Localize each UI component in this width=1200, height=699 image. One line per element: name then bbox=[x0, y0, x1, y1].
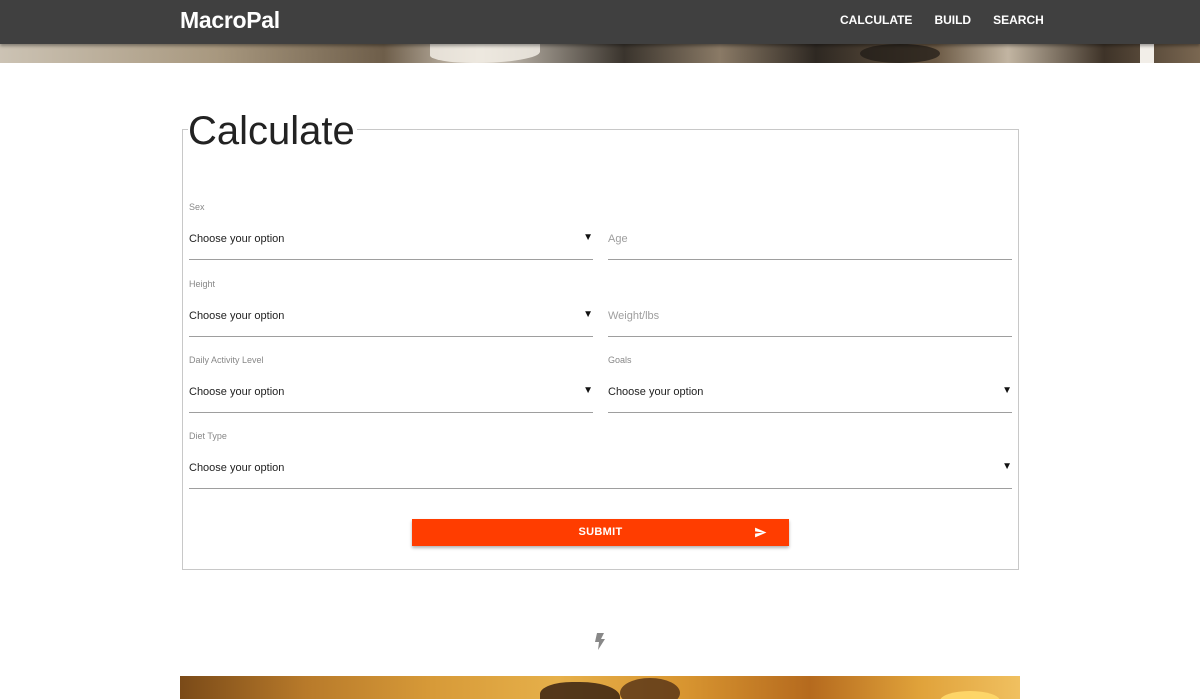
diet-type-value: Choose your option bbox=[189, 462, 285, 474]
chevron-down-icon: ▼ bbox=[583, 309, 593, 320]
diet-type-select[interactable]: Diet Type Choose your option ▼ bbox=[189, 431, 1012, 489]
height-select[interactable]: Height Choose your option ▼ bbox=[189, 279, 593, 337]
chevron-down-icon: ▼ bbox=[1002, 461, 1012, 472]
height-value: Choose your option bbox=[189, 310, 285, 322]
sex-value: Choose your option bbox=[189, 233, 285, 245]
calculate-form bbox=[182, 129, 1019, 570]
send-icon bbox=[755, 527, 767, 538]
submit-label: SUBMIT bbox=[578, 526, 623, 538]
weight-input[interactable]: Weight/lbs bbox=[608, 301, 1012, 337]
header-hero-image bbox=[0, 44, 1200, 63]
activity-level-select[interactable]: Daily Activity Level Choose your option … bbox=[189, 355, 593, 413]
age-input[interactable]: Age bbox=[608, 224, 1012, 260]
bottom-banner-image bbox=[180, 676, 1020, 699]
bolt-icon bbox=[595, 633, 605, 650]
height-label: Height bbox=[189, 279, 216, 289]
nav-link-search[interactable]: SEARCH bbox=[982, 13, 1055, 27]
age-placeholder: Age bbox=[608, 233, 628, 245]
activity-level-value: Choose your option bbox=[189, 386, 285, 398]
brand-logo[interactable]: MacroPal bbox=[180, 7, 280, 34]
diet-type-label: Diet Type bbox=[189, 431, 227, 441]
nav-link-build[interactable]: BUILD bbox=[923, 13, 982, 27]
goals-label: Goals bbox=[608, 355, 632, 365]
sex-select[interactable]: Sex Choose your option ▼ bbox=[189, 202, 593, 260]
weight-placeholder: Weight/lbs bbox=[608, 310, 660, 322]
top-navbar: MacroPal CALCULATE BUILD SEARCH bbox=[0, 0, 1200, 44]
form-title: Calculate bbox=[188, 108, 357, 154]
chevron-down-icon: ▼ bbox=[583, 232, 593, 243]
nav-link-calculate[interactable]: CALCULATE bbox=[829, 13, 923, 27]
chevron-down-icon: ▼ bbox=[583, 385, 593, 396]
goals-value: Choose your option bbox=[608, 386, 704, 398]
submit-button[interactable]: SUBMIT bbox=[412, 519, 789, 546]
chevron-down-icon: ▼ bbox=[1002, 385, 1012, 396]
sex-label: Sex bbox=[189, 202, 205, 212]
goals-select[interactable]: Goals Choose your option ▼ bbox=[608, 355, 1012, 413]
nav-links: CALCULATE BUILD SEARCH bbox=[829, 13, 1055, 27]
activity-level-label: Daily Activity Level bbox=[189, 355, 264, 365]
